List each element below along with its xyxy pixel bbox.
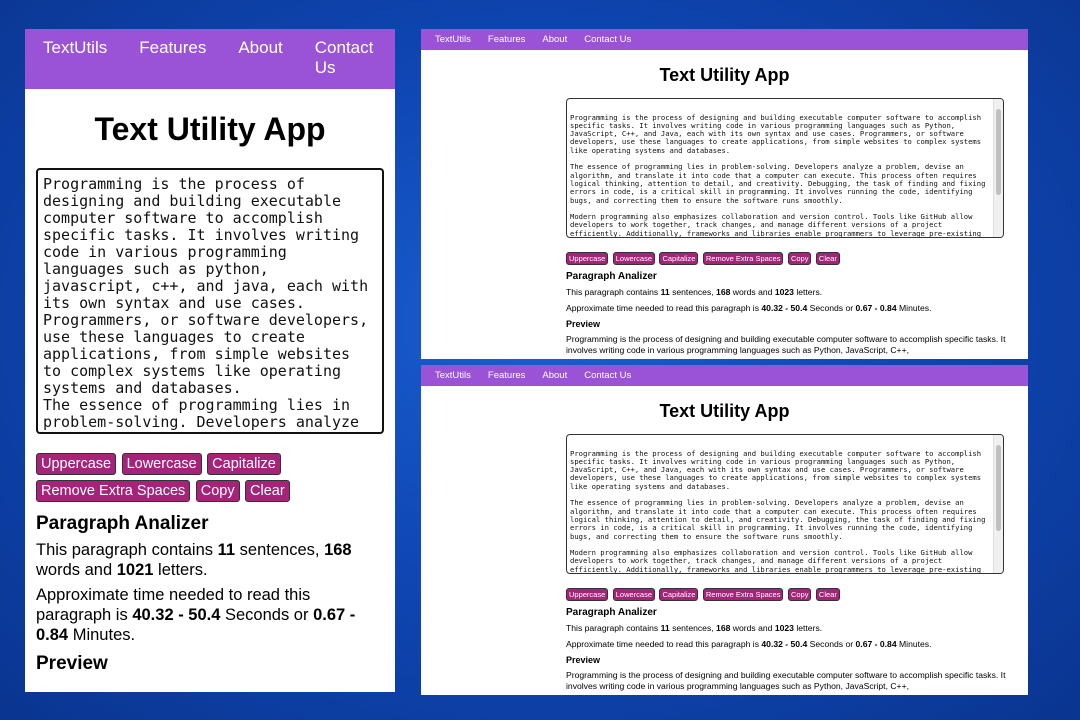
seconds-label: Seconds or [809, 639, 854, 649]
copy-button[interactable]: Copy [787, 588, 812, 601]
preview-text: Programming is the process of designing … [566, 334, 1006, 355]
reading-time-text: Approximate time needed to read this par… [566, 303, 1011, 314]
preview-heading: Preview [36, 653, 108, 674]
desktop-screenshot-top: TextUtils Features About Contact Us Text… [421, 29, 1028, 359]
reading-time-text: Approximate time needed to read this par… [36, 585, 384, 645]
stats-prefix: This paragraph contains [566, 287, 659, 297]
text-content: Programming is the process of designing … [570, 448, 986, 574]
letters-label: letters. [158, 561, 208, 579]
uppercase-button[interactable]: Uppercase [566, 252, 609, 265]
remove-spaces-button[interactable]: Remove Extra Spaces [702, 252, 784, 265]
text-input-area[interactable]: Programming is the process of designing … [36, 168, 384, 434]
nav-about[interactable]: About [238, 38, 282, 89]
word-count: 168 [324, 541, 352, 559]
nav-brand[interactable]: TextUtils [435, 370, 471, 381]
capitalize-button[interactable]: Capitalize [659, 252, 699, 265]
time-prefix: Approximate time needed to read this par… [566, 303, 759, 313]
words-label: words and [36, 561, 113, 579]
mobile-screenshot: TextUtils Features About Contact Us Text… [25, 29, 395, 692]
copy-button[interactable]: Copy [195, 480, 240, 502]
lowercase-button[interactable]: Lowercase [121, 453, 202, 475]
navbar: TextUtils Features About Contact Us [421, 365, 1028, 386]
button-group: Uppercase Lowercase Capitalize Remove Ex… [566, 584, 1028, 602]
analyzer-heading: Paragraph Analizer [566, 607, 657, 618]
letter-count: 1021 [116, 561, 154, 579]
page-title: Text Utility App [659, 65, 790, 85]
time-prefix: Approximate time needed to read this par… [566, 639, 759, 649]
capitalize-button[interactable]: Capitalize [659, 588, 699, 601]
uppercase-button[interactable]: Uppercase [566, 588, 609, 601]
nav-contact[interactable]: Contact Us [584, 370, 631, 381]
text-input-area[interactable]: Programming is the process of designing … [566, 434, 1004, 574]
remove-spaces-button[interactable]: Remove Extra Spaces [36, 480, 191, 502]
nav-brand[interactable]: TextUtils [435, 34, 471, 45]
page-title: Text Utility App [659, 401, 790, 421]
reading-time-text: Approximate time needed to read this par… [566, 639, 1011, 650]
clear-button[interactable]: Clear [815, 588, 840, 601]
copy-button[interactable]: Copy [787, 252, 812, 265]
word-count: 168 [716, 623, 731, 633]
stats-prefix: This paragraph contains [36, 541, 214, 559]
sentence-count: 11 [660, 623, 670, 633]
minutes-label: Minutes. [899, 639, 932, 649]
nav-features[interactable]: Features [139, 38, 206, 89]
navbar: TextUtils Features About Contact Us [25, 29, 395, 89]
preview-text: Programming is the process of designing … [566, 670, 1006, 691]
sentences-label: sentences, [239, 541, 320, 559]
seconds-label: Seconds or [225, 606, 309, 624]
stats-text: This paragraph contains 11 sentences, 16… [36, 540, 384, 580]
capitalize-button[interactable]: Capitalize [207, 453, 281, 475]
stats-text: This paragraph contains 11 sentences, 16… [566, 623, 1011, 634]
nav-brand[interactable]: TextUtils [43, 38, 107, 89]
scrollbar[interactable] [993, 435, 1003, 573]
nav-contact[interactable]: Contact Us [315, 38, 381, 89]
clear-button[interactable]: Clear [245, 480, 290, 502]
preview-heading: Preview [566, 655, 601, 665]
minutes-value: 0.67 - 0.84 [855, 303, 897, 313]
sentence-count: 11 [660, 287, 670, 297]
nav-features[interactable]: Features [488, 370, 526, 381]
sentence-count: 11 [217, 541, 236, 559]
letters-label: letters. [796, 623, 823, 633]
nav-features[interactable]: Features [488, 34, 526, 45]
letter-count: 1023 [774, 623, 794, 633]
text-input-area[interactable]: Programming is the process of designing … [566, 98, 1004, 238]
button-group: Uppercase Lowercase Capitalize Remove Ex… [36, 453, 395, 507]
lowercase-button[interactable]: Lowercase [612, 588, 656, 601]
words-label: words and [732, 623, 773, 633]
nav-contact[interactable]: Contact Us [584, 34, 631, 45]
lowercase-button[interactable]: Lowercase [612, 252, 656, 265]
minutes-label: Minutes. [899, 303, 932, 313]
seconds-value: 40.32 - 50.4 [132, 606, 221, 624]
uppercase-button[interactable]: Uppercase [36, 453, 117, 475]
seconds-label: Seconds or [809, 303, 854, 313]
seconds-value: 40.32 - 50.4 [761, 303, 808, 313]
desktop-screenshot-bottom: TextUtils Features About Contact Us Text… [421, 365, 1028, 695]
seconds-value: 40.32 - 50.4 [761, 639, 808, 649]
preview-heading: Preview [566, 319, 601, 329]
words-label: words and [732, 287, 773, 297]
analyzer-heading: Paragraph Analizer [566, 271, 657, 282]
word-count: 168 [716, 287, 731, 297]
stats-text: This paragraph contains 11 sentences, 16… [566, 287, 1011, 298]
nav-about[interactable]: About [542, 34, 567, 45]
remove-spaces-button[interactable]: Remove Extra Spaces [702, 588, 784, 601]
page-title: Text Utility App [94, 111, 326, 147]
button-group: Uppercase Lowercase Capitalize Remove Ex… [566, 248, 1028, 266]
nav-about[interactable]: About [542, 370, 567, 381]
navbar: TextUtils Features About Contact Us [421, 29, 1028, 50]
scrollbar[interactable] [993, 99, 1003, 237]
sentences-label: sentences, [672, 287, 714, 297]
letter-count: 1023 [774, 287, 794, 297]
letters-label: letters. [796, 287, 823, 297]
sentences-label: sentences, [672, 623, 714, 633]
clear-button[interactable]: Clear [815, 252, 840, 265]
analyzer-heading: Paragraph Analizer [36, 513, 209, 534]
minutes-value: 0.67 - 0.84 [855, 639, 897, 649]
text-content: Programming is the process of designing … [570, 112, 986, 238]
minutes-label: Minutes. [72, 626, 136, 644]
stats-prefix: This paragraph contains [566, 623, 659, 633]
